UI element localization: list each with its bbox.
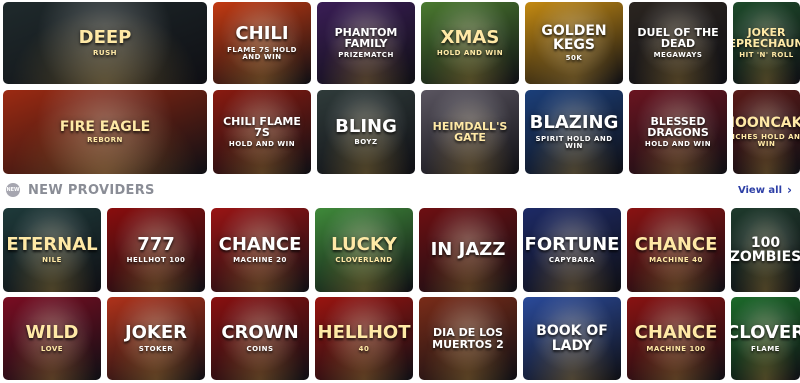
game-title: Chance machine 100 [634, 322, 718, 353]
game-tile[interactable]: DEEP RUSH [3, 2, 207, 84]
game-subtitle: HELLHOT 100 [126, 256, 186, 265]
game-subtitle: LOVE [40, 344, 64, 353]
game-tile[interactable]: 777 HELLHOT 100 [107, 208, 205, 292]
game-title: Chili Flame 7s HOLD AND WIN [213, 116, 311, 149]
game-subtitle: machine 100 [646, 344, 706, 353]
game-tile[interactable]: Golden Kegs 50K [525, 2, 623, 84]
game-subtitle: STOKER [138, 344, 174, 353]
game-subtitle: RUSH [93, 49, 117, 58]
game-title: 777 HELLHOT 100 [126, 233, 186, 265]
game-tile[interactable]: Chance machine 100 [627, 297, 725, 380]
game-title: Joker LeprechaunsHIT 'N' ROLL [733, 27, 800, 60]
game-subtitle: COINS [246, 344, 274, 353]
new-badge-icon: NEW [6, 183, 20, 197]
game-tile[interactable]: Bling BOYZ [317, 90, 415, 174]
game-title: Golden Kegs 50K [525, 24, 623, 63]
game-subtitle: FLAME 7s HOLD AND WIN [227, 45, 297, 61]
game-subtitle: HOLD AND WIN [644, 140, 712, 149]
game-tile[interactable]: Book of Lady [523, 297, 621, 380]
game-title: Blazing SPIRIT HOLD AND WIN [529, 112, 619, 150]
game-tile[interactable]: Crown COINS [211, 297, 309, 380]
game-title: Xmas HOLD AND WIN [436, 26, 504, 58]
game-subtitle: RICHES HOLD AND WIN [733, 132, 800, 148]
game-title: Chili FLAME 7s HOLD AND WIN [213, 25, 311, 61]
game-title: Chance machine 20 [218, 233, 302, 265]
game-tile[interactable]: Phantom Family PRIZEMATCH [317, 2, 415, 84]
view-all-label: View all [737, 184, 783, 196]
section-title: NEW PROVIDERS [28, 182, 155, 198]
game-title: In Jazz [430, 238, 506, 260]
game-subtitle: CLOVERLAND [335, 256, 393, 265]
game-subtitle: SPIRIT HOLD AND WIN [535, 134, 613, 150]
game-subtitle: BOYZ [354, 138, 378, 147]
game-tile[interactable]: Joker LeprechaunsHIT 'N' ROLL [733, 2, 800, 84]
game-subtitle: REBORN [87, 136, 123, 145]
game-title: Eternal NILE [6, 233, 98, 265]
section-header: NEW NEW PROVIDERS [6, 182, 155, 198]
game-title: 100 Zombies [731, 234, 800, 265]
game-subtitle: machine 40 [649, 256, 703, 265]
game-tile[interactable]: 100 Zombies [731, 208, 800, 292]
game-tile[interactable]: Fire Eagle REBORN [3, 90, 207, 174]
game-title: Heimdall's Gate [432, 119, 508, 144]
game-title: Chance machine 40 [634, 233, 718, 265]
game-subtitle: HOLD AND WIN [228, 140, 296, 149]
game-tile[interactable]: Xmas HOLD AND WIN [421, 2, 519, 84]
game-subtitle: FLAME [751, 344, 780, 353]
game-tile[interactable]: Joker STOKER [107, 297, 205, 380]
game-title: Clover FLAME [731, 323, 800, 353]
game-tile[interactable]: Duel of the Dead MEGAWAYS [629, 2, 727, 84]
game-tile[interactable]: Dia de los Muertos 2 [419, 297, 517, 380]
game-tile[interactable]: Chili Flame 7s HOLD AND WIN [213, 90, 311, 174]
game-tile[interactable]: Lucky CLOVERLAND [315, 208, 413, 292]
game-tile[interactable]: Fortune CAPYBARA [523, 208, 621, 292]
view-all-link[interactable]: View all › [738, 183, 792, 197]
game-tile[interactable]: Blazing SPIRIT HOLD AND WIN [525, 90, 623, 174]
game-tile[interactable]: Heimdall's Gate [421, 90, 519, 174]
game-tile[interactable]: Wild LOVE [3, 297, 101, 380]
game-tile[interactable]: Eternal NILE [3, 208, 101, 292]
game-tile[interactable]: Chance machine 20 [211, 208, 309, 292]
game-title: Book of Lady [536, 323, 608, 354]
game-title: Wild LOVE [25, 322, 79, 353]
game-title: Phantom Family PRIZEMATCH [317, 27, 415, 60]
game-title: Lucky CLOVERLAND [331, 233, 397, 265]
game-title: Bling BOYZ [335, 115, 397, 147]
game-subtitle: 40 [358, 344, 370, 353]
game-subtitle: PRIZEMATCH [338, 51, 394, 60]
game-title: MooncakeRICHES HOLD AND WIN [733, 116, 800, 148]
chevron-right-icon: › [787, 183, 792, 197]
game-title: Crown COINS [221, 322, 299, 353]
game-subtitle: machine 20 [233, 256, 287, 265]
game-title: Joker STOKER [124, 322, 188, 353]
game-tile[interactable]: Hellhot 40 [315, 297, 413, 380]
game-title: DEEP RUSH [78, 26, 132, 58]
game-title: Fortune CAPYBARA [524, 233, 620, 265]
game-title: Dia de los Muertos 2 [432, 326, 504, 351]
game-tile[interactable]: Blessed Dragons HOLD AND WIN [629, 90, 727, 174]
game-tile[interactable]: Clover FLAME [731, 297, 800, 380]
game-tile[interactable]: Chance machine 40 [627, 208, 725, 292]
game-title: Duel of the Dead MEGAWAYS [629, 27, 727, 60]
game-title: Fire Eagle REBORN [59, 118, 151, 145]
game-title: Blessed Dragons HOLD AND WIN [629, 116, 727, 149]
game-tile[interactable]: In Jazz [419, 208, 517, 292]
game-tile[interactable]: Chili FLAME 7s HOLD AND WIN [213, 2, 311, 84]
game-title: Hellhot 40 [317, 322, 411, 353]
game-subtitle: 50K [565, 54, 583, 63]
game-subtitle: MEGAWAYS [653, 51, 703, 60]
game-subtitle: CAPYBARA [548, 256, 596, 265]
game-subtitle: HOLD AND WIN [436, 49, 504, 58]
game-tile[interactable]: MooncakeRICHES HOLD AND WIN [733, 90, 800, 174]
game-subtitle: HIT 'N' ROLL [739, 51, 794, 60]
game-subtitle: NILE [42, 256, 62, 265]
